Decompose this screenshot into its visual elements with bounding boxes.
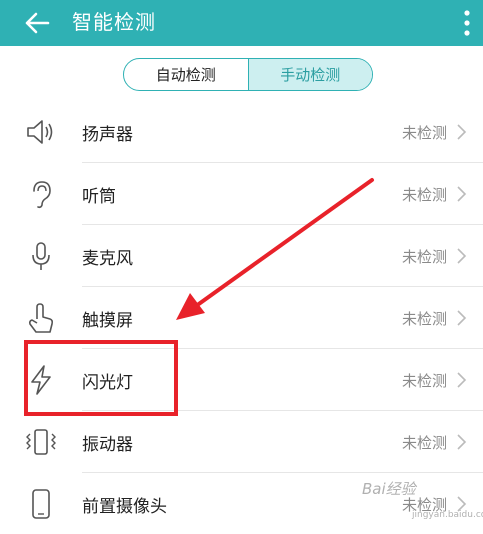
status-text: 未检测 bbox=[401, 248, 447, 266]
chevron-right-icon bbox=[457, 310, 467, 326]
item-label: 前置摄像头 bbox=[82, 497, 167, 517]
status-text: 未检测 bbox=[401, 372, 447, 390]
watermark-sub: jingyan.baidu.com bbox=[412, 510, 483, 520]
ear-icon bbox=[33, 181, 51, 209]
status-text: 未检测 bbox=[401, 186, 447, 204]
tab-manual-detect[interactable]: 手动检测 bbox=[247, 59, 372, 90]
speaker-icon bbox=[27, 120, 53, 144]
item-label: 触摸屏 bbox=[82, 311, 133, 331]
watermark: Bai经验 bbox=[362, 480, 416, 498]
item-label: 振动器 bbox=[82, 435, 133, 455]
list-item-earpiece[interactable]: 听筒 未检测 bbox=[0, 163, 483, 225]
detection-list: 扬声器 未检测 听筒 未检测 麦克风 未检测 触摸屏 未检测 闪光灯 未检测 振… bbox=[0, 101, 483, 534]
item-label: 扬声器 bbox=[82, 125, 133, 145]
back-arrow-icon[interactable] bbox=[22, 8, 52, 38]
status-text: 未检测 bbox=[401, 434, 447, 452]
chevron-right-icon bbox=[457, 124, 467, 140]
chevron-right-icon bbox=[457, 434, 467, 450]
microphone-icon bbox=[32, 242, 50, 270]
status-text: 未检测 bbox=[401, 310, 447, 328]
phone-icon bbox=[32, 489, 50, 519]
highlight-box bbox=[24, 340, 178, 416]
list-item-vibrator[interactable]: 振动器 未检测 bbox=[0, 411, 483, 473]
touch-icon bbox=[28, 303, 54, 333]
chevron-right-icon bbox=[457, 186, 467, 202]
page-title: 智能检测 bbox=[72, 10, 156, 34]
vibration-icon bbox=[26, 429, 56, 455]
item-label: 听筒 bbox=[82, 187, 116, 207]
chevron-right-icon bbox=[457, 248, 467, 264]
list-item-microphone[interactable]: 麦克风 未检测 bbox=[0, 225, 483, 287]
status-text: 未检测 bbox=[401, 124, 447, 142]
segment-area: 自动检测 手动检测 bbox=[0, 46, 483, 106]
tab-auto-detect[interactable]: 自动检测 bbox=[124, 59, 248, 90]
item-label: 麦克风 bbox=[82, 249, 133, 269]
chevron-right-icon bbox=[457, 372, 467, 388]
list-item-speaker[interactable]: 扬声器 未检测 bbox=[0, 101, 483, 163]
more-options-icon[interactable] bbox=[463, 9, 471, 37]
mode-segment-control: 自动检测 手动检测 bbox=[123, 58, 373, 91]
app-bar: 智能检测 bbox=[0, 0, 483, 46]
